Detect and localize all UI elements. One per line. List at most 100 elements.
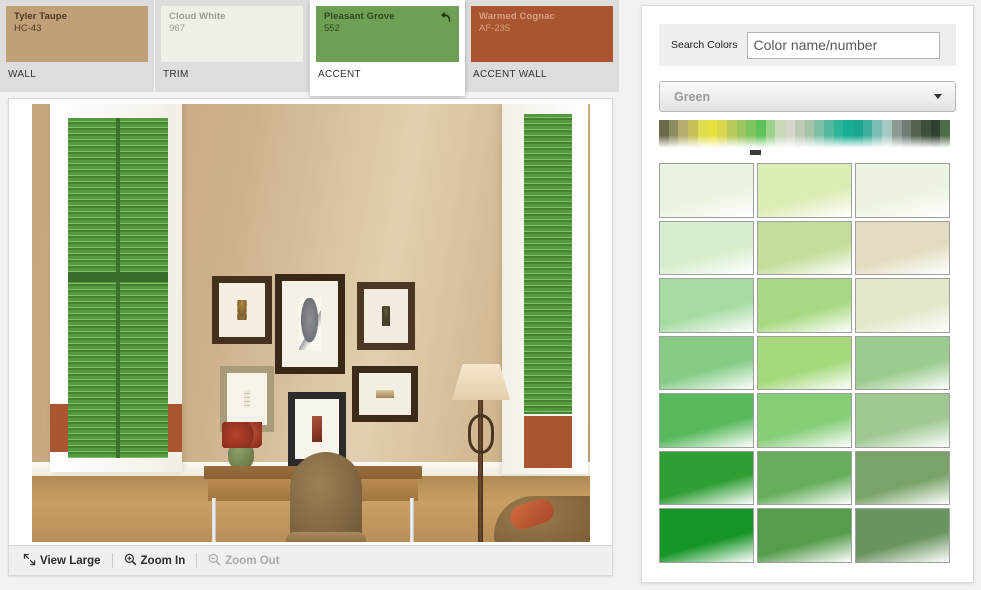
spectrum-stop[interactable]: [930, 120, 941, 148]
color-picker-panel: Search Colors Green: [641, 5, 974, 583]
color-grid-swatch[interactable]: [659, 220, 754, 276]
color-grid-swatch[interactable]: [757, 220, 852, 276]
swatch-chip-accent[interactable]: Pleasant Grove 552: [316, 6, 459, 62]
spectrum-stop[interactable]: [775, 120, 786, 148]
magnifier-plus-icon: [124, 553, 137, 569]
swatch-card-accent-wall[interactable]: Warmed Cognac AF-235 ACCENT WALL: [465, 0, 620, 92]
spectrum-stop[interactable]: [823, 120, 834, 148]
spectrum-stop[interactable]: [697, 120, 708, 148]
zoom-out-label: Zoom Out: [225, 554, 280, 567]
color-grid-swatch[interactable]: [757, 278, 852, 333]
toolbar-separator-1: [111, 553, 113, 568]
color-grid-swatch[interactable]: [855, 508, 950, 563]
framed-art-landscape: [352, 366, 418, 422]
swatch-name-accent-wall: Warmed Cognac: [479, 11, 555, 22]
magnifier-minus-icon: [208, 553, 221, 569]
search-colors-label: Search Colors: [671, 39, 738, 51]
swatch-code-trim: 967: [169, 23, 185, 34]
view-large-button[interactable]: View Large: [23, 553, 112, 569]
spectrum-stop[interactable]: [794, 120, 805, 148]
swatch-role-trim: TRIM: [163, 69, 189, 80]
spectrum-stop[interactable]: [853, 120, 863, 148]
spectrum-stop[interactable]: [678, 120, 689, 148]
color-family-selected-value: Green: [674, 89, 711, 104]
color-grid-swatch[interactable]: [757, 335, 852, 391]
zoom-in-button[interactable]: Zoom In: [124, 553, 197, 569]
spectrum-stop[interactable]: [688, 120, 698, 148]
spectrum-stop[interactable]: [920, 120, 931, 148]
color-grid-swatch[interactable]: [659, 278, 754, 333]
color-grid-swatch[interactable]: [855, 220, 950, 276]
spectrum-stop[interactable]: [843, 120, 854, 148]
color-grid-swatch[interactable]: [659, 450, 754, 506]
color-grid-swatch[interactable]: [757, 393, 852, 448]
swatch-name-accent: Pleasant Grove: [324, 11, 395, 22]
spectrum-stop[interactable]: [707, 120, 718, 148]
spectrum-stop[interactable]: [726, 120, 737, 148]
desk-chair-back: [290, 452, 362, 542]
spectrum-stop[interactable]: [882, 120, 892, 148]
spectrum-stop[interactable]: [746, 120, 757, 148]
color-spectrum-strip[interactable]: [659, 120, 950, 148]
spectrum-stop[interactable]: [804, 120, 815, 148]
color-swatch-grid: [659, 163, 950, 563]
color-grid-swatch[interactable]: [757, 450, 852, 506]
color-grid-swatch[interactable]: [659, 508, 754, 563]
spectrum-stop[interactable]: [785, 120, 795, 148]
louver-slats-right: [524, 114, 572, 414]
floor-lamp-scrollwork: [468, 414, 494, 454]
spectrum-stop[interactable]: [756, 120, 766, 148]
left-shutter-rail: [68, 272, 168, 282]
color-grid-swatch[interactable]: [855, 163, 950, 218]
paint-visualizer-app: Tyler Taupe HC-43 WALL Cloud White 967 T…: [0, 0, 981, 590]
color-family-select[interactable]: Green: [659, 81, 956, 112]
undo-icon[interactable]: [439, 10, 453, 24]
search-colors-row: Search Colors: [659, 24, 956, 66]
spectrum-stop[interactable]: [814, 120, 824, 148]
color-grid-swatch[interactable]: [659, 163, 754, 218]
room-scene-image[interactable]: [32, 104, 590, 542]
spectrum-stop[interactable]: [717, 120, 727, 148]
color-spectrum-slider[interactable]: [659, 120, 950, 158]
spectrum-stop[interactable]: [668, 120, 679, 148]
spectrum-stop[interactable]: [940, 120, 950, 148]
spectrum-stop[interactable]: [862, 120, 873, 148]
spectrum-stop[interactable]: [659, 120, 669, 148]
spectrum-stop[interactable]: [872, 120, 883, 148]
swatch-card-wall[interactable]: Tyler Taupe HC-43 WALL: [0, 0, 155, 92]
swatch-card-trim[interactable]: Cloud White 967 TRIM: [155, 0, 310, 92]
right-accent-wall-panel: [524, 416, 572, 468]
room-image-panel: View Large Zoom In Zoom Out: [8, 98, 613, 576]
color-grid-swatch[interactable]: [855, 393, 950, 448]
color-grid-swatch[interactable]: [757, 163, 852, 218]
swatch-name-wall: Tyler Taupe: [14, 11, 68, 22]
spectrum-stop[interactable]: [765, 120, 776, 148]
spectrum-stop[interactable]: [911, 120, 921, 148]
color-grid-swatch[interactable]: [757, 508, 852, 563]
zoom-out-button[interactable]: Zoom Out: [208, 553, 290, 569]
spectrum-stop[interactable]: [901, 120, 912, 148]
left-shutter-divider: [116, 118, 120, 458]
room-preview-column: Tyler Taupe HC-43 WALL Cloud White 967 T…: [0, 0, 621, 590]
search-input[interactable]: [746, 31, 940, 59]
color-grid-swatch[interactable]: [855, 278, 950, 333]
right-window-shutters: [524, 114, 572, 414]
spectrum-stop[interactable]: [891, 120, 902, 148]
swatch-card-accent[interactable]: Pleasant Grove 552 ACCENT: [310, 0, 465, 96]
swatch-code-accent-wall: AF-235: [479, 23, 511, 34]
swatch-chip-accent-wall[interactable]: Warmed Cognac AF-235: [471, 6, 613, 62]
color-grid-swatch[interactable]: [659, 335, 754, 391]
zoom-in-label: Zoom In: [140, 554, 186, 567]
color-grid-swatch[interactable]: [855, 450, 950, 506]
chevron-down-icon: [934, 94, 942, 99]
swatch-chip-wall[interactable]: Tyler Taupe HC-43: [6, 6, 148, 62]
spectrum-position-marker[interactable]: [750, 150, 762, 155]
spectrum-stop[interactable]: [833, 120, 844, 148]
swatch-role-accent-wall: ACCENT WALL: [473, 69, 547, 80]
color-grid-swatch[interactable]: [659, 393, 754, 448]
spectrum-stop[interactable]: [736, 120, 747, 148]
swatch-role-wall: WALL: [8, 69, 37, 80]
swatch-chip-trim[interactable]: Cloud White 967: [161, 6, 303, 62]
desk-leg-left: [212, 498, 216, 542]
color-grid-swatch[interactable]: [855, 335, 950, 391]
